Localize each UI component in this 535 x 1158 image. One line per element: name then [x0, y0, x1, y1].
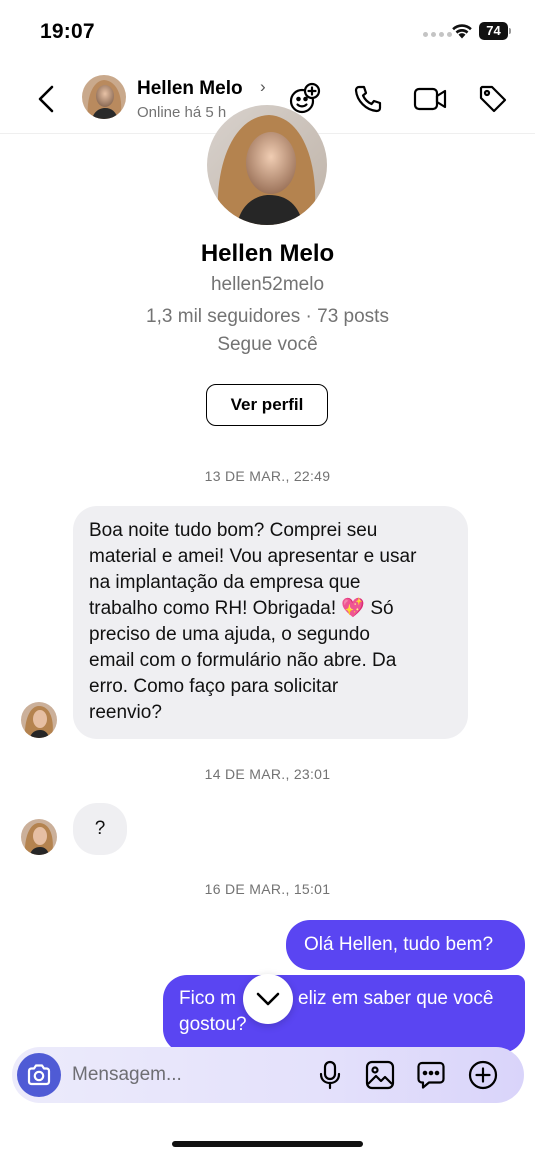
timestamp: 14 DE MAR., 23:01 [204, 766, 331, 782]
chevron-right-icon: › [260, 77, 266, 96]
message-line: Fico m eliz em saber que você [179, 988, 494, 1009]
battery-icon: 74 [479, 22, 511, 40]
back-button[interactable] [32, 82, 60, 116]
message-text: ? [94, 818, 106, 839]
message-line: email com o formulário não abre. Da [89, 650, 397, 671]
view-profile-button[interactable]: Ver perfil [206, 384, 328, 426]
home-indicator[interactable] [172, 1141, 363, 1147]
timestamp: 13 DE MAR., 22:49 [204, 468, 331, 484]
profile-handle: hellen52melo [210, 274, 325, 295]
back-icon [38, 85, 54, 113]
message-line: gostou? [179, 1014, 247, 1035]
scroll-to-bottom-button[interactable] [243, 974, 293, 1024]
message-line: preciso de uma ajuda, o segundo [89, 624, 370, 645]
status-bar: 19:07 74 [0, 0, 535, 62]
voice-call-button[interactable] [351, 82, 385, 116]
more-options-button[interactable] [467, 1059, 499, 1091]
message-line: Boa noite tudo bom? Comprei seu [89, 520, 378, 541]
follows-you-label: Segue você [217, 334, 318, 355]
message-line: reenvio? [89, 702, 162, 723]
message-line: erro. Como faço para solicitar [89, 676, 339, 697]
sender-avatar[interactable] [21, 702, 57, 738]
tag-icon [479, 85, 507, 113]
phone-icon [354, 85, 382, 113]
outgoing-message[interactable]: Olá Hellen, tudo bem? [286, 920, 525, 970]
cellular-signal-icon [423, 32, 452, 37]
incoming-message[interactable]: ? [73, 803, 127, 855]
message-input[interactable] [72, 1061, 302, 1089]
outgoing-message[interactable]: Fico m eliz em saber que você gostou? [163, 975, 525, 1053]
image-icon [365, 1060, 395, 1090]
chevron-down-icon [256, 992, 280, 1006]
camera-button[interactable] [17, 1053, 61, 1097]
chat-bubble-icon [417, 1061, 445, 1089]
camera-icon [27, 1064, 51, 1086]
microphone-icon [319, 1060, 341, 1090]
profile-stats: 1,3 mil seguidores · 73 posts [146, 306, 389, 327]
message-text: Olá Hellen, tudo bem? [304, 934, 494, 955]
incoming-message[interactable]: Boa noite tudo bom? Comprei seu material… [73, 506, 468, 739]
status-time: 19:07 [40, 20, 95, 43]
profile-name: Hellen Melo [200, 240, 335, 267]
timestamp: 16 DE MAR., 15:01 [204, 881, 331, 897]
video-call-button[interactable] [413, 82, 447, 116]
battery-level: 74 [479, 22, 508, 40]
message-line: na implantação da empresa que [89, 572, 361, 593]
gallery-button[interactable] [364, 1059, 396, 1091]
sticker-button[interactable] [415, 1059, 447, 1091]
profile-avatar[interactable] [207, 105, 327, 225]
online-status: Online há 5 h [137, 104, 227, 121]
message-line: material e amei! Vou apresentar e usar [89, 546, 417, 567]
sender-avatar[interactable] [21, 819, 57, 855]
tag-button[interactable] [476, 82, 510, 116]
plus-circle-icon [468, 1060, 498, 1090]
voice-message-button[interactable] [314, 1059, 346, 1091]
video-icon [413, 87, 447, 111]
message-composer [12, 1047, 524, 1103]
wifi-icon [452, 24, 472, 39]
header-avatar[interactable] [82, 75, 126, 119]
contact-name[interactable]: Hellen Melo [137, 78, 243, 100]
message-line: trabalho como RH! Obrigada! 💖 Só [89, 598, 394, 619]
